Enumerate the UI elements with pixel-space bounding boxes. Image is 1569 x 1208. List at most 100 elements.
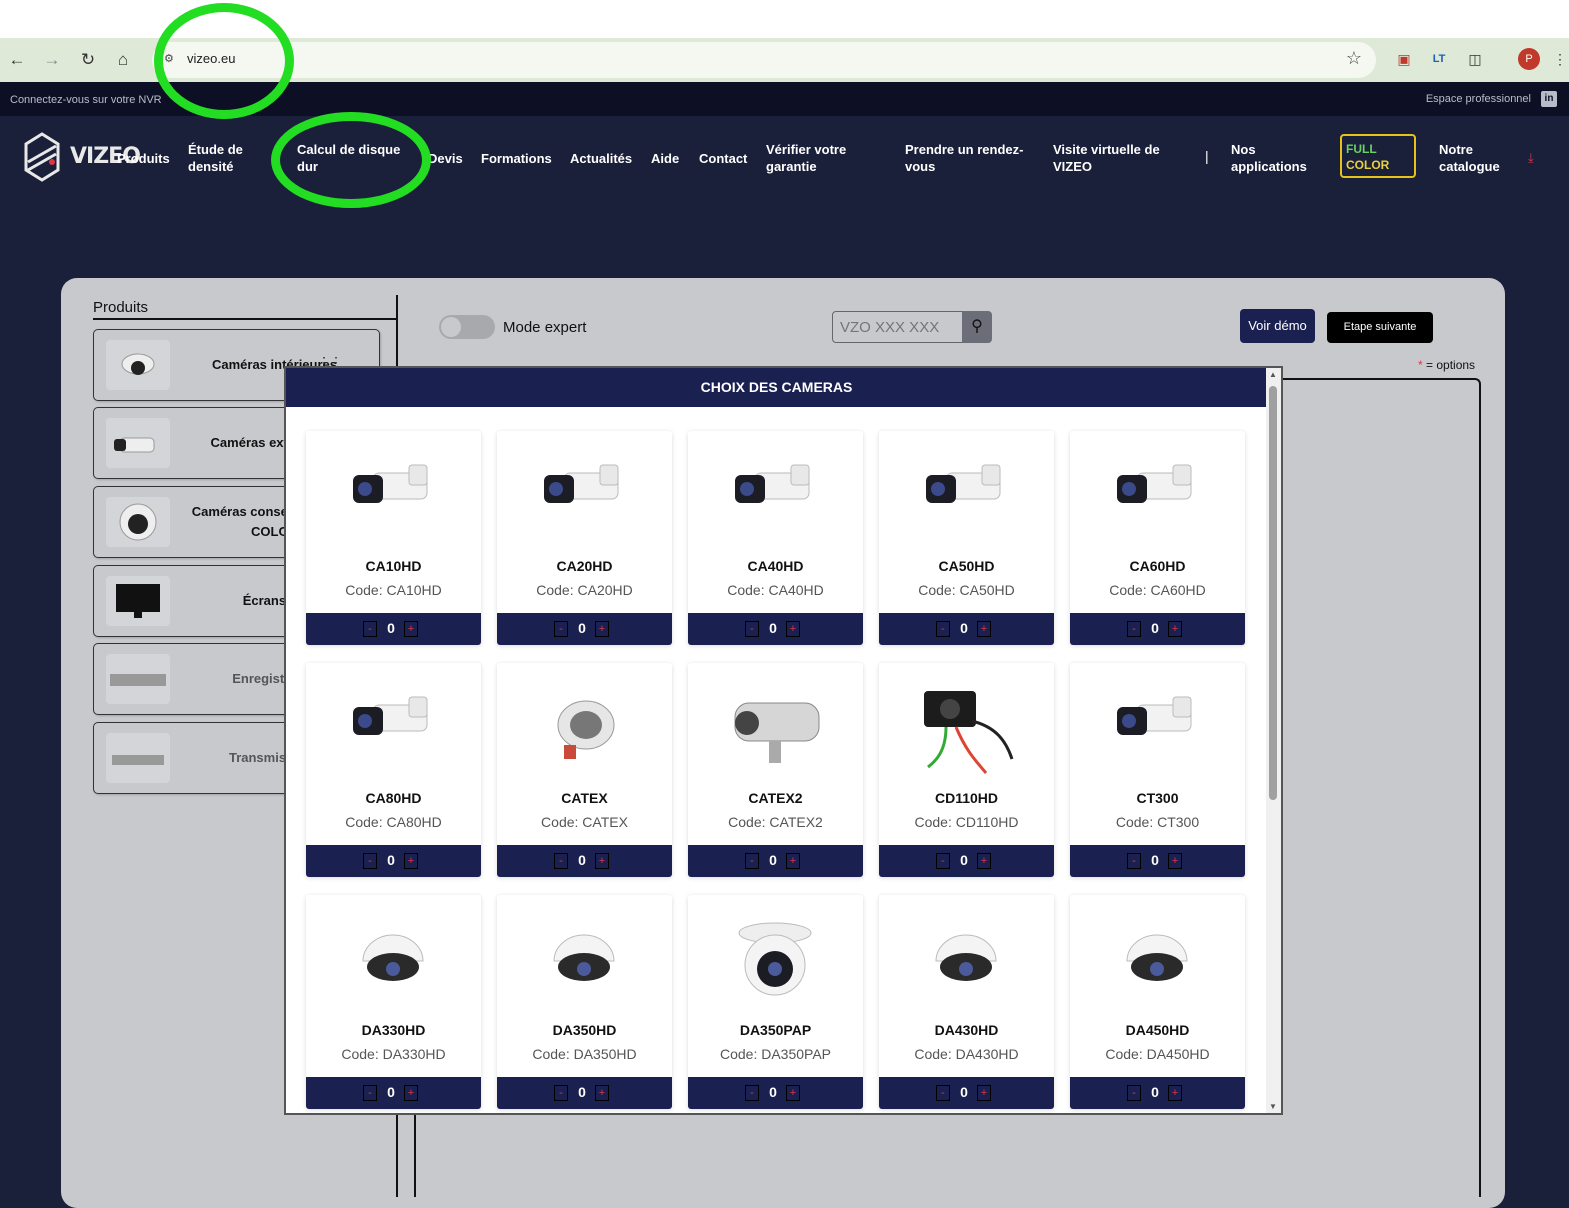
- nav-etude-densite[interactable]: Étude de densité: [188, 141, 258, 175]
- home-icon[interactable]: ⌂: [111, 48, 135, 72]
- decrease-button[interactable]: -: [363, 853, 377, 869]
- camera-card[interactable]: DA430HD Code: DA430HD -0 +: [879, 895, 1054, 1109]
- main-navigation: VIZEO Produits Étude de densité Calcul d…: [0, 116, 1569, 206]
- camera-card[interactable]: DA330HD Code: DA330HD -0 +: [306, 895, 481, 1109]
- decrease-button[interactable]: -: [363, 1085, 377, 1101]
- forward-icon[interactable]: →: [40, 48, 64, 72]
- increase-button[interactable]: +: [977, 853, 991, 869]
- increase-button[interactable]: +: [786, 853, 800, 869]
- decrease-button[interactable]: -: [1127, 621, 1141, 637]
- camera-card[interactable]: CD110HD Code: CD110HD -0 +: [879, 663, 1054, 877]
- increase-button[interactable]: +: [404, 1085, 418, 1101]
- camera-card[interactable]: CA50HD Code: CA50HD -0 +: [879, 431, 1054, 645]
- camera-card[interactable]: DA450HD Code: DA450HD -0 +: [1070, 895, 1245, 1109]
- browser-menu-icon[interactable]: ⋮: [1553, 49, 1567, 69]
- decrease-button[interactable]: -: [554, 853, 568, 869]
- nav-formations[interactable]: Formations: [481, 150, 552, 167]
- camera-card[interactable]: CA40HD Code: CA40HD -0 +: [688, 431, 863, 645]
- camera-code: Code: CA20HD: [536, 582, 633, 598]
- bullet-camera-icon: [1107, 449, 1208, 545]
- nav-garantie[interactable]: Vérifier votre garantie: [766, 141, 866, 175]
- increase-button[interactable]: +: [977, 621, 991, 637]
- increase-button[interactable]: +: [1168, 621, 1182, 637]
- decrease-button[interactable]: -: [1127, 853, 1141, 869]
- vizeo-logo[interactable]: VIZEO: [22, 132, 141, 182]
- decrease-button[interactable]: -: [745, 853, 759, 869]
- nav-devis[interactable]: Devis: [428, 150, 463, 167]
- mode-expert-toggle[interactable]: [439, 315, 495, 339]
- scroll-down-icon[interactable]: ▼: [1269, 1102, 1277, 1111]
- decrease-button[interactable]: -: [363, 621, 377, 637]
- modal-scrollbar[interactable]: ▲ ▼: [1266, 368, 1281, 1113]
- camera-card[interactable]: CA60HD Code: CA60HD -0 +: [1070, 431, 1245, 645]
- linkedin-icon[interactable]: in: [1541, 91, 1557, 107]
- increase-button[interactable]: +: [1168, 1085, 1182, 1101]
- scroll-up-icon[interactable]: ▲: [1269, 370, 1277, 379]
- camera-card[interactable]: CATEX Code: CATEX -0 +: [497, 663, 672, 877]
- nav-actualites[interactable]: Actualités: [570, 150, 632, 167]
- increase-button[interactable]: +: [404, 621, 418, 637]
- quantity-stepper: -0 +: [306, 1077, 481, 1109]
- quantity-stepper: -0 +: [688, 845, 863, 877]
- nav-produits[interactable]: Produits: [117, 150, 170, 167]
- quantity-value: 0: [1151, 1084, 1159, 1100]
- extensions-puzzle-icon[interactable]: ◫: [1465, 49, 1485, 69]
- decrease-button[interactable]: -: [745, 1085, 759, 1101]
- profile-avatar[interactable]: P: [1518, 48, 1540, 70]
- nav-applications[interactable]: Nos applications: [1231, 141, 1311, 175]
- quantity-stepper: -0 +: [879, 613, 1054, 645]
- camera-code: Code: CA50HD: [918, 582, 1015, 598]
- nav-aide[interactable]: Aide: [651, 150, 679, 167]
- decrease-button[interactable]: -: [554, 1085, 568, 1101]
- camera-card[interactable]: DA350HD Code: DA350HD -0 +: [497, 895, 672, 1109]
- quantity-value: 0: [769, 1084, 777, 1100]
- camera-card[interactable]: CA80HD Code: CA80HD -0 +: [306, 663, 481, 877]
- increase-button[interactable]: +: [404, 853, 418, 869]
- back-icon[interactable]: ←: [5, 48, 29, 72]
- nav-rendez-vous[interactable]: Prendre un rendez-vous: [905, 141, 1030, 175]
- address-bar[interactable]: ⚙ vizeo.eu ☆: [152, 42, 1376, 78]
- scrollbar-thumb[interactable]: [1269, 386, 1277, 800]
- camera-card[interactable]: CATEX2 Code: CATEX2 -0 +: [688, 663, 863, 877]
- increase-button[interactable]: +: [977, 1085, 991, 1101]
- product-search[interactable]: [832, 311, 963, 343]
- voir-demo-button[interactable]: Voir démo: [1240, 309, 1315, 343]
- decrease-button[interactable]: -: [936, 1085, 950, 1101]
- decrease-button[interactable]: -: [1127, 1085, 1141, 1101]
- decrease-button[interactable]: -: [936, 853, 950, 869]
- bullet-camera-thumb-icon: [106, 418, 170, 468]
- increase-button[interactable]: +: [595, 621, 609, 637]
- pro-space-link[interactable]: Espace professionnel: [1426, 93, 1531, 105]
- camera-card[interactable]: DA350PAP Code: DA350PAP -0 +: [688, 895, 863, 1109]
- nav-contact[interactable]: Contact: [699, 150, 747, 167]
- search-input[interactable]: [833, 312, 962, 342]
- reload-icon[interactable]: ↻: [76, 48, 100, 72]
- highlight-ring-calcul: [271, 112, 431, 208]
- camera-card[interactable]: CT300 Code: CT300 -0 +: [1070, 663, 1245, 877]
- extension-lt-icon[interactable]: LT: [1429, 49, 1449, 69]
- camera-card[interactable]: CA10HD Code: CA10HD -0 +: [306, 431, 481, 645]
- increase-button[interactable]: +: [595, 853, 609, 869]
- housing-camera-icon: [725, 681, 826, 777]
- decrease-button[interactable]: -: [936, 621, 950, 637]
- decrease-button[interactable]: -: [745, 621, 759, 637]
- increase-button[interactable]: +: [786, 621, 800, 637]
- extension-trash-icon[interactable]: ▣: [1394, 49, 1414, 69]
- nvr-login-link[interactable]: Connectez-vous sur votre NVR: [10, 94, 162, 106]
- nav-catalogue[interactable]: Notre catalogue: [1439, 141, 1509, 175]
- highlight-ring-url: [154, 3, 294, 119]
- search-icon[interactable]: ⚲: [962, 311, 992, 343]
- increase-button[interactable]: +: [786, 1085, 800, 1101]
- quantity-value: 0: [769, 620, 777, 636]
- full-color-badge[interactable]: FULL COLOR: [1340, 134, 1416, 178]
- decrease-button[interactable]: -: [554, 621, 568, 637]
- increase-button[interactable]: +: [1168, 853, 1182, 869]
- quantity-stepper: -0 +: [306, 845, 481, 877]
- camera-card[interactable]: CA20HD Code: CA20HD -0 +: [497, 431, 672, 645]
- download-icon[interactable]: ⤓: [1528, 150, 1534, 166]
- etape-suivante-button[interactable]: Etape suivante: [1327, 312, 1433, 343]
- increase-button[interactable]: +: [595, 1085, 609, 1101]
- nav-visite-virtuelle[interactable]: Visite virtuelle de VIZEO: [1053, 141, 1178, 175]
- bookmark-star-icon[interactable]: ☆: [1346, 48, 1362, 69]
- camera-code: Code: CD110HD: [914, 814, 1019, 830]
